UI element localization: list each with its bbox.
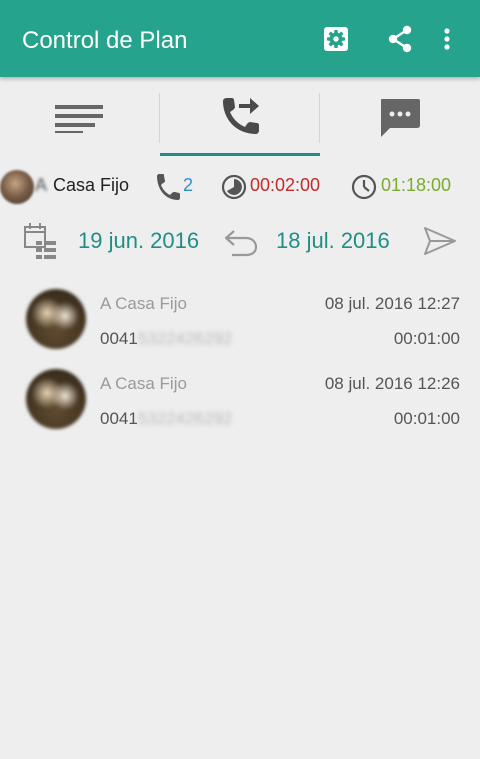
avatar (0, 170, 34, 204)
tab-bar (0, 77, 480, 159)
clock-icon (351, 174, 377, 200)
call-datetime: 08 jul. 2016 12:26 (324, 374, 460, 393)
end-date[interactable]: 18 jul. 2016 (276, 228, 390, 254)
tab-list[interactable] (0, 77, 160, 159)
app-bar: Control de Plan (0, 0, 480, 77)
list-icon (55, 105, 103, 133)
tab-indicator (160, 153, 320, 156)
call-duration: 00:01:00 (393, 409, 460, 428)
call-name: A Casa Fijo (100, 294, 187, 313)
list-item[interactable]: A Casa Fijo 00415322426292 08 jul. 2016 … (0, 282, 480, 362)
duration-icon (221, 174, 247, 200)
tab-messages[interactable] (320, 77, 480, 159)
call-count: 2 (183, 175, 194, 195)
date-range: 19 jun. 2016 18 jul. 2016 (0, 215, 480, 265)
contact-name: Casa Fijo (53, 175, 130, 195)
contact-name-prefix: A (35, 175, 48, 195)
call-number: 00415322426292 (100, 329, 233, 348)
phone-icon (157, 174, 180, 200)
message-icon (381, 99, 420, 137)
call-transfer-icon (223, 98, 259, 134)
contact-summary: A Casa Fijo 2 00:02:00 01:18:00 (0, 165, 480, 209)
plan-time: 01:18:00 (381, 175, 452, 195)
call-number: 00415322426292 (100, 409, 233, 428)
call-datetime: 08 jul. 2016 12:27 (324, 294, 460, 313)
call-name: A Casa Fijo (100, 374, 187, 393)
list-item[interactable]: A Casa Fijo 00415322426292 08 jul. 2016 … (0, 362, 480, 442)
undo-icon[interactable] (222, 225, 260, 257)
tab-calls[interactable] (160, 77, 320, 159)
share-icon[interactable] (383, 22, 417, 56)
more-vert-icon[interactable] (430, 22, 464, 56)
total-duration: 00:02:00 (250, 175, 321, 195)
start-date[interactable]: 19 jun. 2016 (78, 228, 199, 254)
app-title: Control de Plan (22, 27, 188, 54)
call-duration: 00:01:00 (393, 329, 460, 348)
settings-icon[interactable] (319, 22, 353, 56)
avatar (26, 369, 86, 429)
calendar-list-icon[interactable] (22, 219, 60, 263)
avatar (26, 289, 86, 349)
send-icon[interactable] (422, 225, 458, 257)
